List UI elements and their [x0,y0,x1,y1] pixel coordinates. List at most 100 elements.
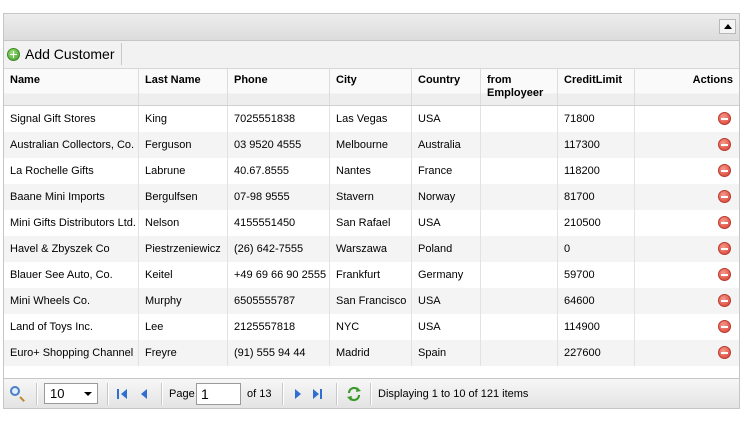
delete-icon[interactable] [718,242,731,255]
cell-credit-limit: 64600 [558,288,635,314]
column-header-credit-limit[interactable]: CreditLimit [558,69,635,105]
cell-city: Frankfurt [330,262,412,288]
table-row[interactable]: Land of Toys Inc. Lee 2125557818 NYC USA… [4,314,739,340]
pagination-bar: 10 Page 1 of 13 Displaying 1 to 10 of 12… [4,378,739,408]
cell-actions [635,314,739,340]
cell-phone: (26) 642-7555 [228,236,330,262]
pager-separator [336,383,338,405]
first-page-icon[interactable] [116,388,130,400]
pager-separator [107,383,109,405]
cell-city: Stavern [330,184,412,210]
cell-from-employeer [481,262,558,288]
refresh-icon[interactable] [346,386,362,402]
table-row[interactable]: Mini Wheels Co. Murphy 6505555787 San Fr… [4,288,739,314]
delete-icon[interactable] [718,216,731,229]
table-row[interactable]: La Rochelle Gifts Labrune 40.67.8555 Nan… [4,158,739,184]
next-page-icon[interactable] [291,388,305,400]
delete-icon[interactable] [718,190,731,203]
cell-actions [635,236,739,262]
table-row[interactable]: Baane Mini Imports Bergulfsen 07-98 9555… [4,184,739,210]
cell-city: Warszawa [330,236,412,262]
previous-page-icon[interactable] [138,388,152,400]
cell-city: San Francisco [330,288,412,314]
delete-icon[interactable] [718,138,731,151]
cell-phone: +49 69 66 90 2555 [228,262,330,288]
table-row[interactable]: Signal Gift Stores King 7025551838 Las V… [4,106,739,132]
cell-last-name: Lee [139,314,228,340]
cell-name: Euro+ Shopping Channel [4,340,139,366]
cell-country: France [412,158,481,184]
cell-last-name: Ferguson [139,132,228,158]
cell-actions [635,106,739,132]
cell-country: Australia [412,132,481,158]
chevron-down-icon [84,392,92,396]
customer-grid: Add Customer Name Last Name Phone City C… [3,13,740,409]
table-row[interactable]: Australian Collectors, Co. Ferguson 03 9… [4,132,739,158]
cell-name: La Rochelle Gifts [4,158,139,184]
display-info: Displaying 1 to 10 of 121 items [378,388,529,400]
cell-credit-limit: 227600 [558,340,635,366]
cell-city: Madrid [330,340,412,366]
table-row[interactable]: Blauer See Auto, Co. Keitel +49 69 66 90… [4,262,739,288]
cell-from-employeer [481,288,558,314]
cell-credit-limit: 81700 [558,184,635,210]
column-header-name[interactable]: Name [4,69,139,105]
delete-icon[interactable] [718,268,731,281]
column-header-actions: Actions [692,74,733,86]
delete-icon[interactable] [718,320,731,333]
cell-actions [635,132,739,158]
pager-separator [370,383,372,405]
column-header-from-employeer[interactable]: from Employeer [481,69,558,105]
add-customer-label: Add Customer [25,46,115,62]
column-header-last-name[interactable]: Last Name [139,69,228,105]
cell-name: Mini Gifts Distributors Ltd. [4,210,139,236]
page-number-input[interactable]: 1 [196,383,241,405]
table-row[interactable]: Mini Gifts Distributors Ltd. Nelson 4155… [4,210,739,236]
cell-credit-limit: 118200 [558,158,635,184]
last-page-icon[interactable] [311,388,325,400]
cell-phone: 40.67.8555 [228,158,330,184]
cell-name: Australian Collectors, Co. [4,132,139,158]
cell-country: USA [412,106,481,132]
cell-last-name: Piestrzeniewicz [139,236,228,262]
table-row[interactable]: Havel & Zbyszek Co Piestrzeniewicz (26) … [4,236,739,262]
pager-separator [36,383,38,405]
delete-icon[interactable] [718,346,731,359]
cell-from-employeer [481,106,558,132]
grid-toolbar: Add Customer [4,41,739,69]
column-header-country[interactable]: Country [412,69,481,105]
cell-last-name: Nelson [139,210,228,236]
table-row[interactable]: Euro+ Shopping Channel Freyre (91) 555 9… [4,340,739,366]
cell-name: Baane Mini Imports [4,184,139,210]
cell-phone: 2125557818 [228,314,330,340]
cell-actions [635,262,739,288]
cell-last-name: Keitel [139,262,228,288]
page-size-select[interactable]: 10 [44,383,98,404]
delete-icon[interactable] [718,164,731,177]
cell-country: Norway [412,184,481,210]
column-header-row: Name Last Name Phone City Country from E… [4,69,739,106]
cell-last-name: Murphy [139,288,228,314]
cell-from-employeer [481,184,558,210]
cell-country: USA [412,210,481,236]
cell-from-employeer [481,314,558,340]
cell-city: San Rafael [330,210,412,236]
column-header-city[interactable]: City [330,69,412,105]
cell-actions [635,158,739,184]
column-header-phone[interactable]: Phone [228,69,330,105]
cell-name: Mini Wheels Co. [4,288,139,314]
cell-last-name: King [139,106,228,132]
cell-name: Signal Gift Stores [4,106,139,132]
cell-country: USA [412,314,481,340]
search-icon[interactable] [10,386,20,396]
cell-credit-limit: 210500 [558,210,635,236]
pager-separator [282,383,284,405]
cell-credit-limit: 114900 [558,314,635,340]
cell-city: Las Vegas [330,106,412,132]
delete-icon[interactable] [718,112,731,125]
delete-icon[interactable] [718,294,731,307]
cell-last-name: Bergulfsen [139,184,228,210]
collapse-button[interactable] [719,19,736,34]
grid-title-bar [4,14,739,41]
add-customer-button[interactable]: Add Customer [7,43,123,65]
